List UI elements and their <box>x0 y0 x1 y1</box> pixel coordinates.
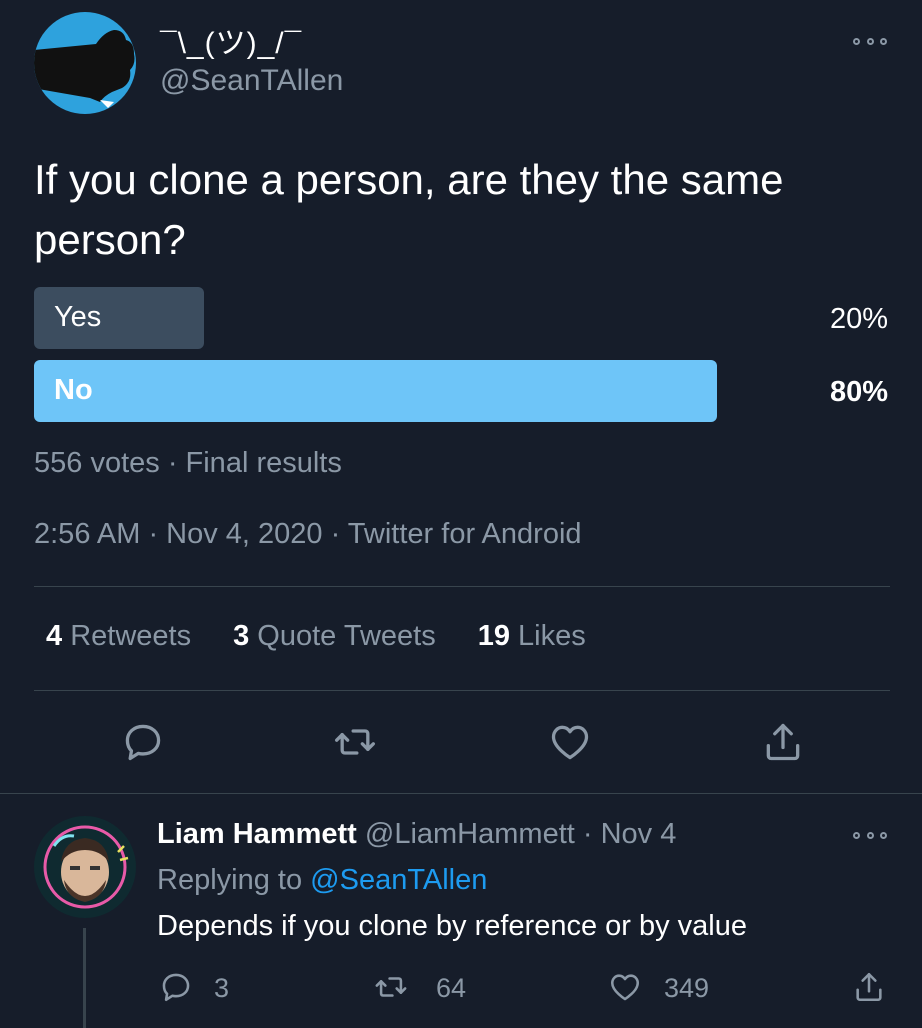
replying-to-mention[interactable]: @SeanTAllen <box>310 864 487 896</box>
avatar[interactable] <box>34 12 136 114</box>
reply-count: 3 <box>214 973 230 1003</box>
reply-date[interactable]: · Nov 4 <box>583 818 676 850</box>
reply-avatar[interactable] <box>34 816 136 918</box>
engagement-stats: 4 Retweets 3 Quote Tweets 19 Likes <box>46 620 586 653</box>
poll-option-label: No <box>54 374 93 406</box>
section-divider <box>0 793 922 794</box>
share-icon[interactable] <box>761 720 805 764</box>
quote-tweets-stat[interactable]: 3 Quote Tweets <box>233 620 436 653</box>
share-icon[interactable] <box>852 970 886 1004</box>
retweet-icon[interactable] <box>374 970 408 1004</box>
poll-option-yes-bar: Yes <box>34 287 204 349</box>
replying-to: Replying to @SeanTAllen <box>157 864 487 897</box>
tweet-text: If you clone a person, are they the same… <box>34 156 784 263</box>
like-icon[interactable] <box>548 720 592 764</box>
reply-text: Depends if you clone by reference or by … <box>157 910 748 942</box>
handle[interactable]: @SeanTAllen <box>160 64 343 98</box>
thread-line <box>83 928 86 1028</box>
poll-option-label: Yes <box>54 301 102 333</box>
retweet-count: 64 <box>436 973 467 1003</box>
likes-stat[interactable]: 19 Likes <box>478 620 586 653</box>
poll-option-percent: 20% <box>829 303 888 335</box>
retweets-stat[interactable]: 4 Retweets <box>46 620 191 653</box>
reply-more-options-icon[interactable] <box>853 829 887 841</box>
like-icon[interactable] <box>608 970 642 1004</box>
thumbs-down-avatar-icon <box>34 30 135 108</box>
poll-summary: 556 votes · Final results <box>34 447 342 479</box>
replying-to-prefix: Replying to <box>157 864 303 896</box>
tweet-timestamp[interactable]: 2:56 AM · Nov 4, 2020 · Twitter for Andr… <box>34 518 582 551</box>
display-name[interactable]: ¯\_(ツ)_/¯ <box>160 18 302 62</box>
reply-icon[interactable] <box>159 970 193 1004</box>
divider <box>34 586 890 587</box>
reply-header: Liam Hammett @LiamHammett · Nov 4 <box>157 818 676 851</box>
poll-option-percent: 80% <box>829 376 888 408</box>
avatar-portrait-icon <box>43 825 129 909</box>
reply-handle[interactable]: @LiamHammett <box>365 818 575 850</box>
retweet-icon[interactable] <box>333 720 377 764</box>
more-options-icon[interactable] <box>853 35 887 47</box>
poll-option-no-bar: No <box>34 360 717 422</box>
reply-display-name[interactable]: Liam Hammett <box>157 818 357 850</box>
reply-icon[interactable] <box>121 720 165 764</box>
divider <box>34 690 890 691</box>
like-count: 349 <box>664 973 710 1003</box>
